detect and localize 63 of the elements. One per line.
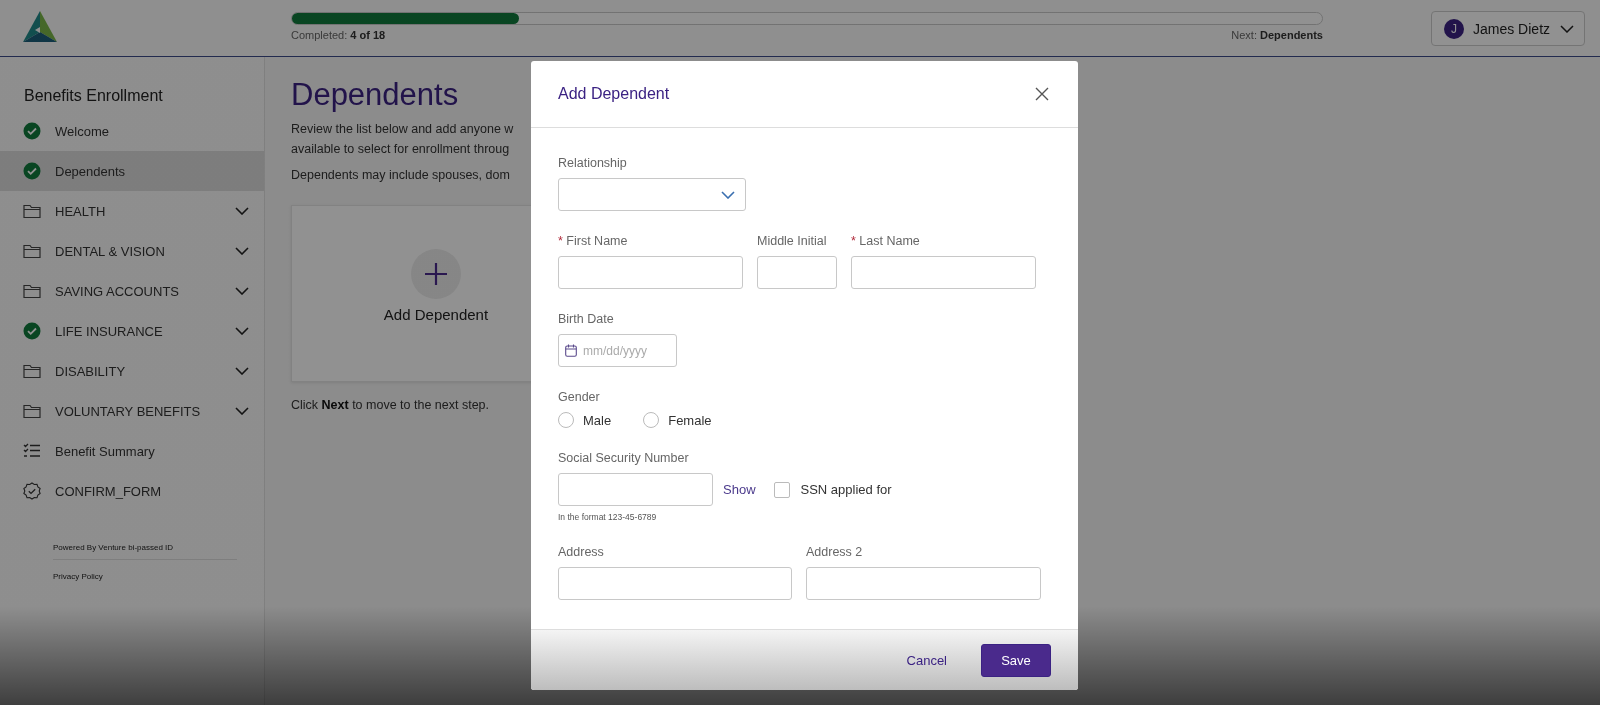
user-menu[interactable]: J James Dietz <box>1431 11 1585 46</box>
avatar: J <box>1444 18 1464 39</box>
folder-icon <box>23 362 41 380</box>
next-step-label: Next: Dependents <box>1231 29 1323 41</box>
dialog-title: Add Dependent <box>558 85 670 103</box>
sidebar-item[interactable]: Welcome <box>0 111 264 151</box>
text-field[interactable] <box>806 567 1041 600</box>
field-label: Middle Initial <box>757 234 828 248</box>
save-button[interactable]: Save <box>981 643 1051 677</box>
plus-icon <box>411 249 461 299</box>
field-label: Address 2 <box>806 545 864 559</box>
folder-icon <box>23 202 41 220</box>
check-circle-icon <box>23 122 41 140</box>
instruction-text: Click Next to move to the next step. <box>291 397 489 414</box>
text-field[interactable] <box>851 256 1036 289</box>
sidebar-item[interactable]: CONFIRM_FORM <box>0 471 264 511</box>
sidebar-item[interactable]: LIFE INSURANCE <box>0 311 264 351</box>
sidebar-item[interactable]: HEALTH <box>0 191 264 231</box>
folder-icon <box>23 282 41 300</box>
field-label: Social Security Number <box>558 451 690 465</box>
radio-label: Male <box>583 412 612 428</box>
field-label: * Last Name <box>851 234 921 248</box>
field-label: Gender <box>558 390 601 404</box>
sidebar-item[interactable]: Dependents <box>0 151 264 191</box>
sidebar-item[interactable]: DISABILITY <box>0 351 264 391</box>
show-link[interactable]: Show <box>723 482 756 497</box>
chevron-down-icon <box>1560 24 1574 33</box>
check-circle-icon <box>23 162 41 180</box>
chevron-down-icon <box>721 190 735 199</box>
check-badge-icon <box>23 482 41 500</box>
calendar-icon <box>565 344 577 357</box>
date-field[interactable]: mm/dd/yyyy <box>558 334 677 367</box>
help-text: In the format 123-45-6789 <box>558 512 658 522</box>
sidebar-item[interactable]: DENTAL & VISION <box>0 231 264 271</box>
text-field[interactable] <box>757 256 837 289</box>
powered-by-text: Powered By Venture bi-passed ID <box>53 543 175 552</box>
dropdown-field[interactable] <box>558 178 746 211</box>
text-field[interactable] <box>558 567 792 600</box>
text-field[interactable] <box>558 256 743 289</box>
checklist-icon <box>23 442 41 460</box>
sidebar-item[interactable]: Benefit Summary <box>0 431 264 471</box>
check-circle-icon <box>23 322 41 340</box>
radio-label: Female <box>668 412 712 428</box>
privacy-policy-link[interactable]: Privacy Policy <box>53 572 237 581</box>
sidebar-title: Benefits Enrollment <box>24 87 164 105</box>
checkbox-label: SSN applied for <box>800 482 892 497</box>
cancel-button[interactable]: Cancel <box>900 651 953 669</box>
folder-icon <box>23 402 41 420</box>
folder-icon <box>23 242 41 260</box>
intro-text: available to select for enrollment throug <box>291 141 511 158</box>
progress-label: Completed: 4 of 18 <box>291 29 386 41</box>
close-icon <box>1035 87 1049 101</box>
field-label: Relationship <box>558 156 628 170</box>
logo-icon <box>21 10 59 44</box>
page-title: Dependents <box>291 77 459 113</box>
intro-text: Review the list below and add anyone w <box>291 121 514 138</box>
checkbox[interactable] <box>773 481 790 498</box>
text-field[interactable] <box>558 473 713 506</box>
field-label: Address <box>558 545 605 559</box>
sidebar-item[interactable]: SAVING ACCOUNTS <box>0 271 264 311</box>
sidebar-item[interactable]: VOLUNTARY BENEFITS <box>0 391 264 431</box>
intro-text: Dependents may include spouses, dom <box>291 167 510 184</box>
card-label: Add Dependent <box>383 306 489 323</box>
